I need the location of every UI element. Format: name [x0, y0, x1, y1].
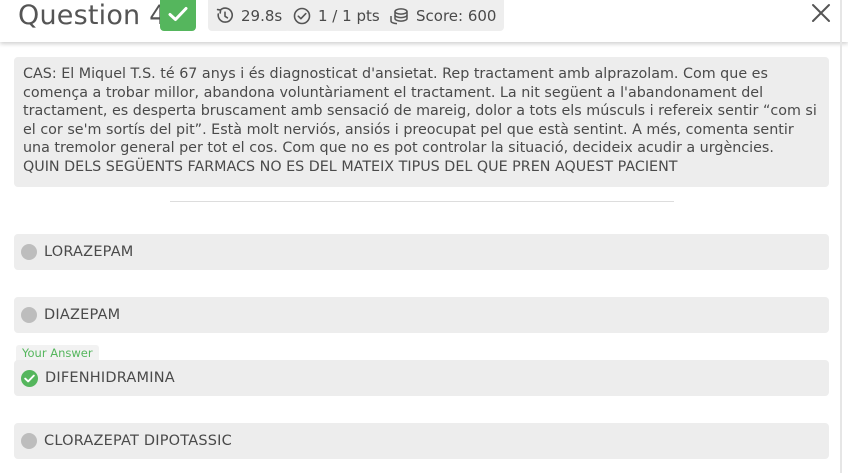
- radio-circle-icon: [21, 433, 37, 449]
- your-answer-tag: Your Answer: [16, 345, 99, 361]
- question-title: Question 4: [18, 0, 167, 31]
- answer-label: CLORAZEPAT DIPOTASSIC: [44, 433, 232, 449]
- check-circle-icon: [293, 7, 311, 25]
- close-icon: [811, 3, 831, 27]
- answer-label: DIAZEPAM: [44, 307, 121, 323]
- question-prompt: QUIN DELS SEGÜENTS FARMACS NO ES DEL MAT…: [23, 158, 678, 175]
- close-button[interactable]: [809, 3, 833, 27]
- score-chip: Score: 600: [381, 0, 505, 31]
- check-icon: [168, 6, 188, 26]
- answer-label: DIFENHIDRAMINA: [45, 370, 175, 386]
- panel-divider: [840, 0, 842, 473]
- points-value: 1 / 1 pts: [318, 6, 380, 25]
- coins-icon: [389, 7, 409, 25]
- timer-icon: [216, 6, 234, 25]
- question-panel: CAS: El Miquel T.S. té 67 anys i és diag…: [14, 57, 829, 187]
- radio-circle-icon: [21, 244, 37, 260]
- correct-badge: [160, 0, 196, 31]
- radio-circle-icon: [21, 307, 37, 323]
- question-text: CAS: El Miquel T.S. té 67 anys i és diag…: [23, 66, 817, 156]
- time-value: 29.8s: [241, 6, 283, 25]
- answer-option-3[interactable]: DIFENHIDRAMINA: [14, 360, 829, 396]
- answer-option-2[interactable]: DIAZEPAM: [14, 297, 829, 333]
- separator: [170, 201, 674, 202]
- question-header: Question 4 29.8s 1 / 1 pts Score: 600: [0, 0, 848, 42]
- check-circle-icon: [21, 369, 38, 387]
- points-chip: 1 / 1 pts: [285, 0, 388, 31]
- answer-option-1[interactable]: LORAZEPAM: [14, 234, 829, 270]
- answer-label: LORAZEPAM: [44, 244, 134, 260]
- time-chip: 29.8s: [208, 0, 291, 31]
- answer-option-4[interactable]: CLORAZEPAT DIPOTASSIC: [14, 423, 829, 459]
- score-value: Score: 600: [416, 6, 497, 25]
